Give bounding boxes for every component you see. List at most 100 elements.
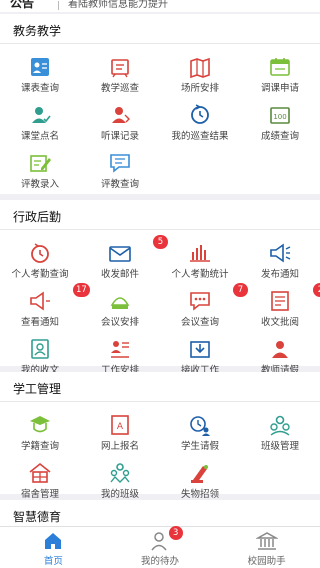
- menu-label: 发布通知: [260, 269, 299, 280]
- nav-home[interactable]: 首页: [0, 527, 107, 568]
- inspect-result-icon: [187, 102, 213, 128]
- roll-call-icon: [27, 102, 53, 128]
- stats-icon: [187, 240, 213, 266]
- menu-item-mail[interactable]: 5 收发邮件: [80, 235, 168, 284]
- nav-label: 校园助手: [247, 556, 286, 567]
- nav-label: 首页: [43, 556, 63, 567]
- course-change-icon: [267, 54, 293, 80]
- menu-item-schedule[interactable]: 课表查询: [0, 50, 80, 98]
- student-record-icon: [27, 412, 53, 438]
- menu-item-lecture-record[interactable]: 听课记录: [80, 98, 160, 146]
- announce-icon: [267, 240, 293, 266]
- menu-label: 我的巡查结果: [171, 131, 229, 142]
- menu-item-roll-call[interactable]: 课堂点名: [0, 98, 80, 146]
- menu-label: 教学巡查: [100, 83, 139, 94]
- menu-label: 场所安排: [180, 83, 219, 94]
- notice-icon: 17: [27, 283, 90, 314]
- section-title: 智慧德育: [13, 510, 62, 524]
- announcement-title: 公告: [10, 0, 35, 10]
- teacher-leave-icon: [267, 336, 293, 362]
- section-title: 教务教学: [13, 24, 62, 38]
- menu-label: 课表查询: [20, 83, 59, 94]
- teaching-inspect-icon: [107, 54, 133, 80]
- home-icon: [45, 533, 62, 549]
- menu-item-grade[interactable]: 100 成绩查询: [240, 98, 320, 146]
- menu-item-class-manage[interactable]: 班级管理: [240, 408, 320, 456]
- menu-item-student-leave[interactable]: 学生请假: [160, 408, 240, 456]
- mail-icon: 5: [107, 235, 168, 266]
- menu-label: 学生请假: [180, 441, 219, 452]
- menu-item-doc-review[interactable]: 2 收文批阅: [240, 283, 320, 332]
- announcement-text: 着陆教师信息能力提升: [68, 0, 168, 10]
- menu-item-announce[interactable]: 发布通知: [240, 236, 320, 284]
- menu-label: 学籍查询: [20, 441, 59, 452]
- unread-badge: 2: [313, 283, 320, 297]
- work-plan-icon: [107, 336, 133, 362]
- todo-badge: 3: [168, 526, 183, 540]
- menu-label: 成绩查询: [260, 131, 299, 142]
- menu-label: 个人考勤统计: [171, 269, 229, 280]
- section-student-affairs: 学工管理 学籍查询 A 网上报名 学生请假 班级管理 宿舍管理 我的班级 失物招…: [0, 372, 320, 500]
- my-class-icon: [107, 460, 133, 486]
- campus-icon: [255, 532, 278, 550]
- student-leave-icon: [187, 412, 213, 438]
- menu-label: 调课申请: [260, 83, 299, 94]
- menu-item-eval-query[interactable]: 评教查询: [80, 146, 160, 194]
- menu-label: 收文批阅: [260, 317, 299, 328]
- nav-todo[interactable]: 3 我的待办: [107, 526, 214, 568]
- menu-label: 个人考勤查询: [11, 269, 69, 280]
- attendance-icon: [27, 240, 53, 266]
- menu-label: 课堂点名: [20, 131, 59, 142]
- section-teaching: 教务教学 课表查询 教学巡查 场所安排 调课申请 课堂点名 听课记录 我的巡查结…: [0, 14, 320, 194]
- section-admin: 行政后勤 个人考勤查询 5 收发邮件 个人考勤统计 发布通知 17 查看通知 会…: [0, 200, 320, 376]
- menu-item-dorm[interactable]: 宿舍管理: [0, 456, 80, 504]
- class-manage-icon: [267, 412, 293, 438]
- svg-text:A: A: [117, 422, 124, 432]
- meeting-query-icon: 7: [187, 283, 248, 314]
- menu-label: 评教查询: [100, 179, 139, 190]
- menu-item-eval-entry[interactable]: 评教录入: [0, 146, 80, 194]
- menu-label: 听课记录: [100, 131, 139, 142]
- menu-label: 网上报名: [100, 441, 139, 452]
- section-title: 学工管理: [13, 382, 62, 396]
- todo-icon: [151, 532, 167, 551]
- menu-item-attendance[interactable]: 个人考勤查询: [0, 236, 80, 284]
- section-title: 行政后勤: [13, 210, 62, 224]
- menu-item-notice[interactable]: 17 查看通知: [0, 283, 90, 332]
- menu-item-venue[interactable]: 场所安排: [160, 50, 240, 98]
- bottom-nav: 首页 3 我的待办 校园助手: [0, 526, 320, 568]
- menu-label: 收发邮件: [100, 269, 139, 280]
- lost-found-icon: [187, 460, 213, 486]
- menu-item-course-change[interactable]: 调课申请: [240, 50, 320, 98]
- divider: [58, 1, 59, 10]
- menu-label: 评教录入: [20, 179, 59, 190]
- doc-review-icon: 2: [267, 283, 320, 314]
- online-signup-icon: A: [107, 412, 133, 438]
- venue-icon: [187, 54, 213, 80]
- menu-item-stats[interactable]: 个人考勤统计: [160, 236, 240, 284]
- eval-query-icon: [107, 150, 133, 176]
- menu-item-lost-found[interactable]: 失物招领: [160, 456, 240, 504]
- menu-item-my-class[interactable]: 我的班级: [80, 456, 160, 504]
- menu-item-online-signup[interactable]: A 网上报名: [80, 408, 160, 456]
- meeting-plan-icon: [107, 288, 133, 314]
- top-announcement-bar[interactable]: 公告 着陆教师信息能力提升: [0, 0, 320, 12]
- menu-label: 会议安排: [100, 317, 139, 328]
- lecture-record-icon: [107, 102, 133, 128]
- dorm-icon: [27, 460, 53, 486]
- eval-entry-icon: [27, 150, 53, 176]
- menu-item-inspect-result[interactable]: 我的巡查结果: [160, 98, 240, 146]
- menu-item-teaching-inspect[interactable]: 教学巡查: [80, 50, 160, 98]
- schedule-icon: [27, 54, 53, 80]
- nav-campus[interactable]: 校园助手: [213, 527, 320, 568]
- menu-label: 查看通知: [20, 317, 59, 328]
- menu-item-meeting-plan[interactable]: 会议安排: [80, 284, 160, 332]
- grade-icon: 100: [267, 102, 293, 128]
- receive-work-icon: [187, 336, 213, 362]
- svg-text:100: 100: [273, 113, 286, 121]
- my-docs-icon: [27, 336, 53, 362]
- menu-label: 会议查询: [180, 317, 219, 328]
- menu-item-meeting-query[interactable]: 7 会议查询: [160, 283, 248, 332]
- menu-label: 班级管理: [260, 441, 299, 452]
- menu-item-student-record[interactable]: 学籍查询: [0, 408, 80, 456]
